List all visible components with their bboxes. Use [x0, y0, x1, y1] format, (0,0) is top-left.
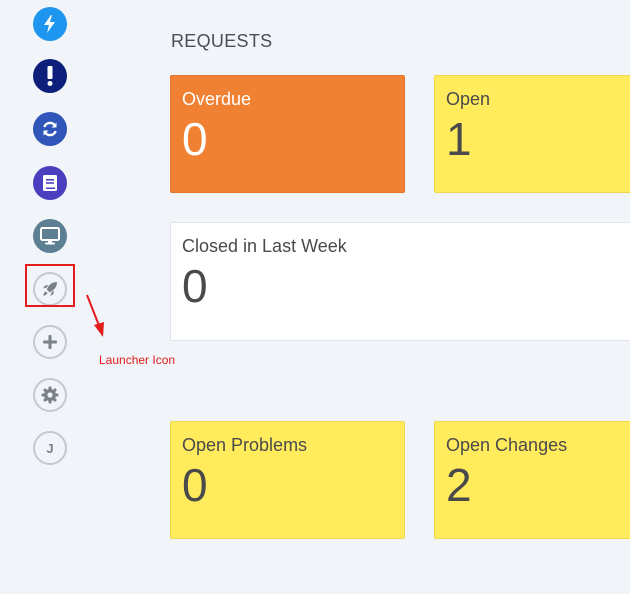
- exclamation-icon: [47, 66, 53, 86]
- add-button[interactable]: [33, 325, 67, 359]
- settings-button[interactable]: [33, 378, 67, 412]
- open-changes-value: 2: [446, 459, 472, 511]
- closed-last-week-label: Closed in Last Week: [182, 236, 347, 256]
- open-problems-card[interactable]: Open Problems 0: [170, 421, 405, 539]
- open-changes-label: Open Changes: [446, 435, 568, 455]
- open-card[interactable]: Open 1: [434, 75, 630, 193]
- closed-last-week-value: 0: [182, 260, 208, 312]
- page: J Launcher Icon REQUESTS Overdue 0 Open …: [0, 0, 630, 594]
- open-label: Open: [446, 89, 491, 109]
- annotation-arrow: [86, 294, 104, 337]
- launcher-highlight-box: [25, 264, 75, 307]
- refresh-icon: [43, 121, 57, 137]
- plus-icon: [43, 335, 57, 349]
- lightning-button[interactable]: [33, 7, 67, 41]
- alert-button[interactable]: [33, 59, 67, 93]
- overdue-value: 0: [182, 113, 208, 165]
- monitor-icon: [40, 227, 60, 245]
- page-title: REQUESTS: [171, 31, 273, 51]
- overdue-card[interactable]: Overdue 0: [170, 75, 405, 193]
- closed-last-week-card[interactable]: Closed in Last Week 0: [170, 222, 630, 341]
- assets-button[interactable]: [33, 219, 67, 253]
- annotation-label: Launcher Icon: [99, 353, 176, 367]
- open-changes-card[interactable]: Open Changes 2: [434, 421, 630, 539]
- book-icon: [43, 175, 57, 191]
- open-problems-value: 0: [182, 459, 208, 511]
- refresh-button[interactable]: [33, 112, 67, 146]
- gear-icon: [41, 386, 59, 404]
- open-value: 1: [446, 113, 472, 165]
- avatar-letter: J: [46, 440, 54, 456]
- open-problems-label: Open Problems: [182, 435, 308, 455]
- avatar[interactable]: J: [33, 431, 67, 465]
- lightning-icon: [44, 15, 55, 33]
- knowledge-button[interactable]: [33, 166, 67, 200]
- overdue-label: Overdue: [182, 89, 252, 109]
